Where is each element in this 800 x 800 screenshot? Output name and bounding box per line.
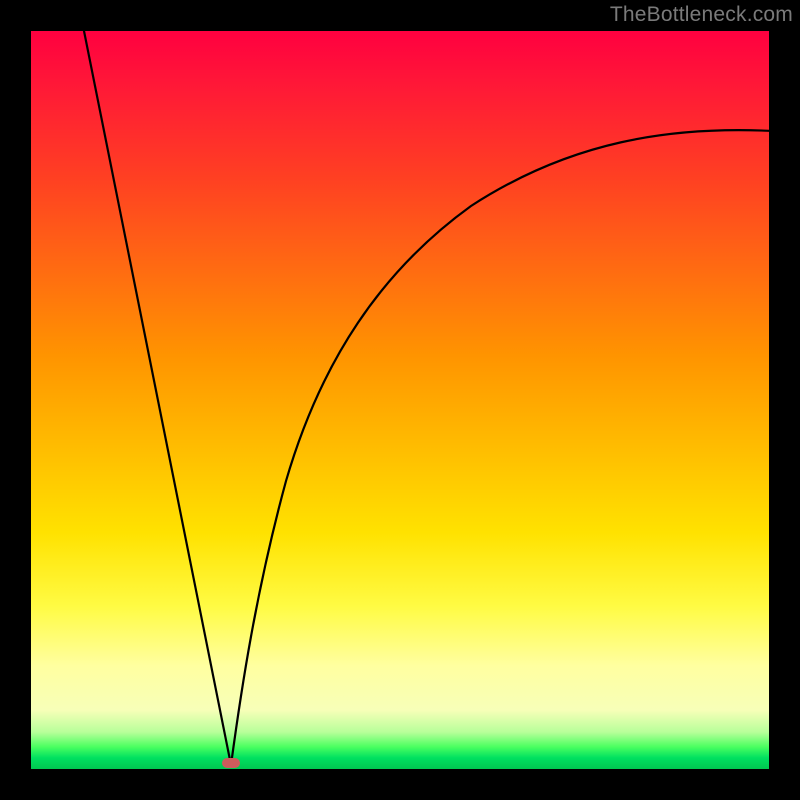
curve-left-branch <box>83 31 231 765</box>
valley-marker <box>222 758 240 768</box>
watermark-text: TheBottleneck.com <box>610 3 793 27</box>
bottleneck-curve <box>31 31 769 769</box>
curve-right-branch <box>231 130 769 765</box>
plot-area <box>31 31 769 769</box>
chart-frame: TheBottleneck.com <box>0 0 800 800</box>
